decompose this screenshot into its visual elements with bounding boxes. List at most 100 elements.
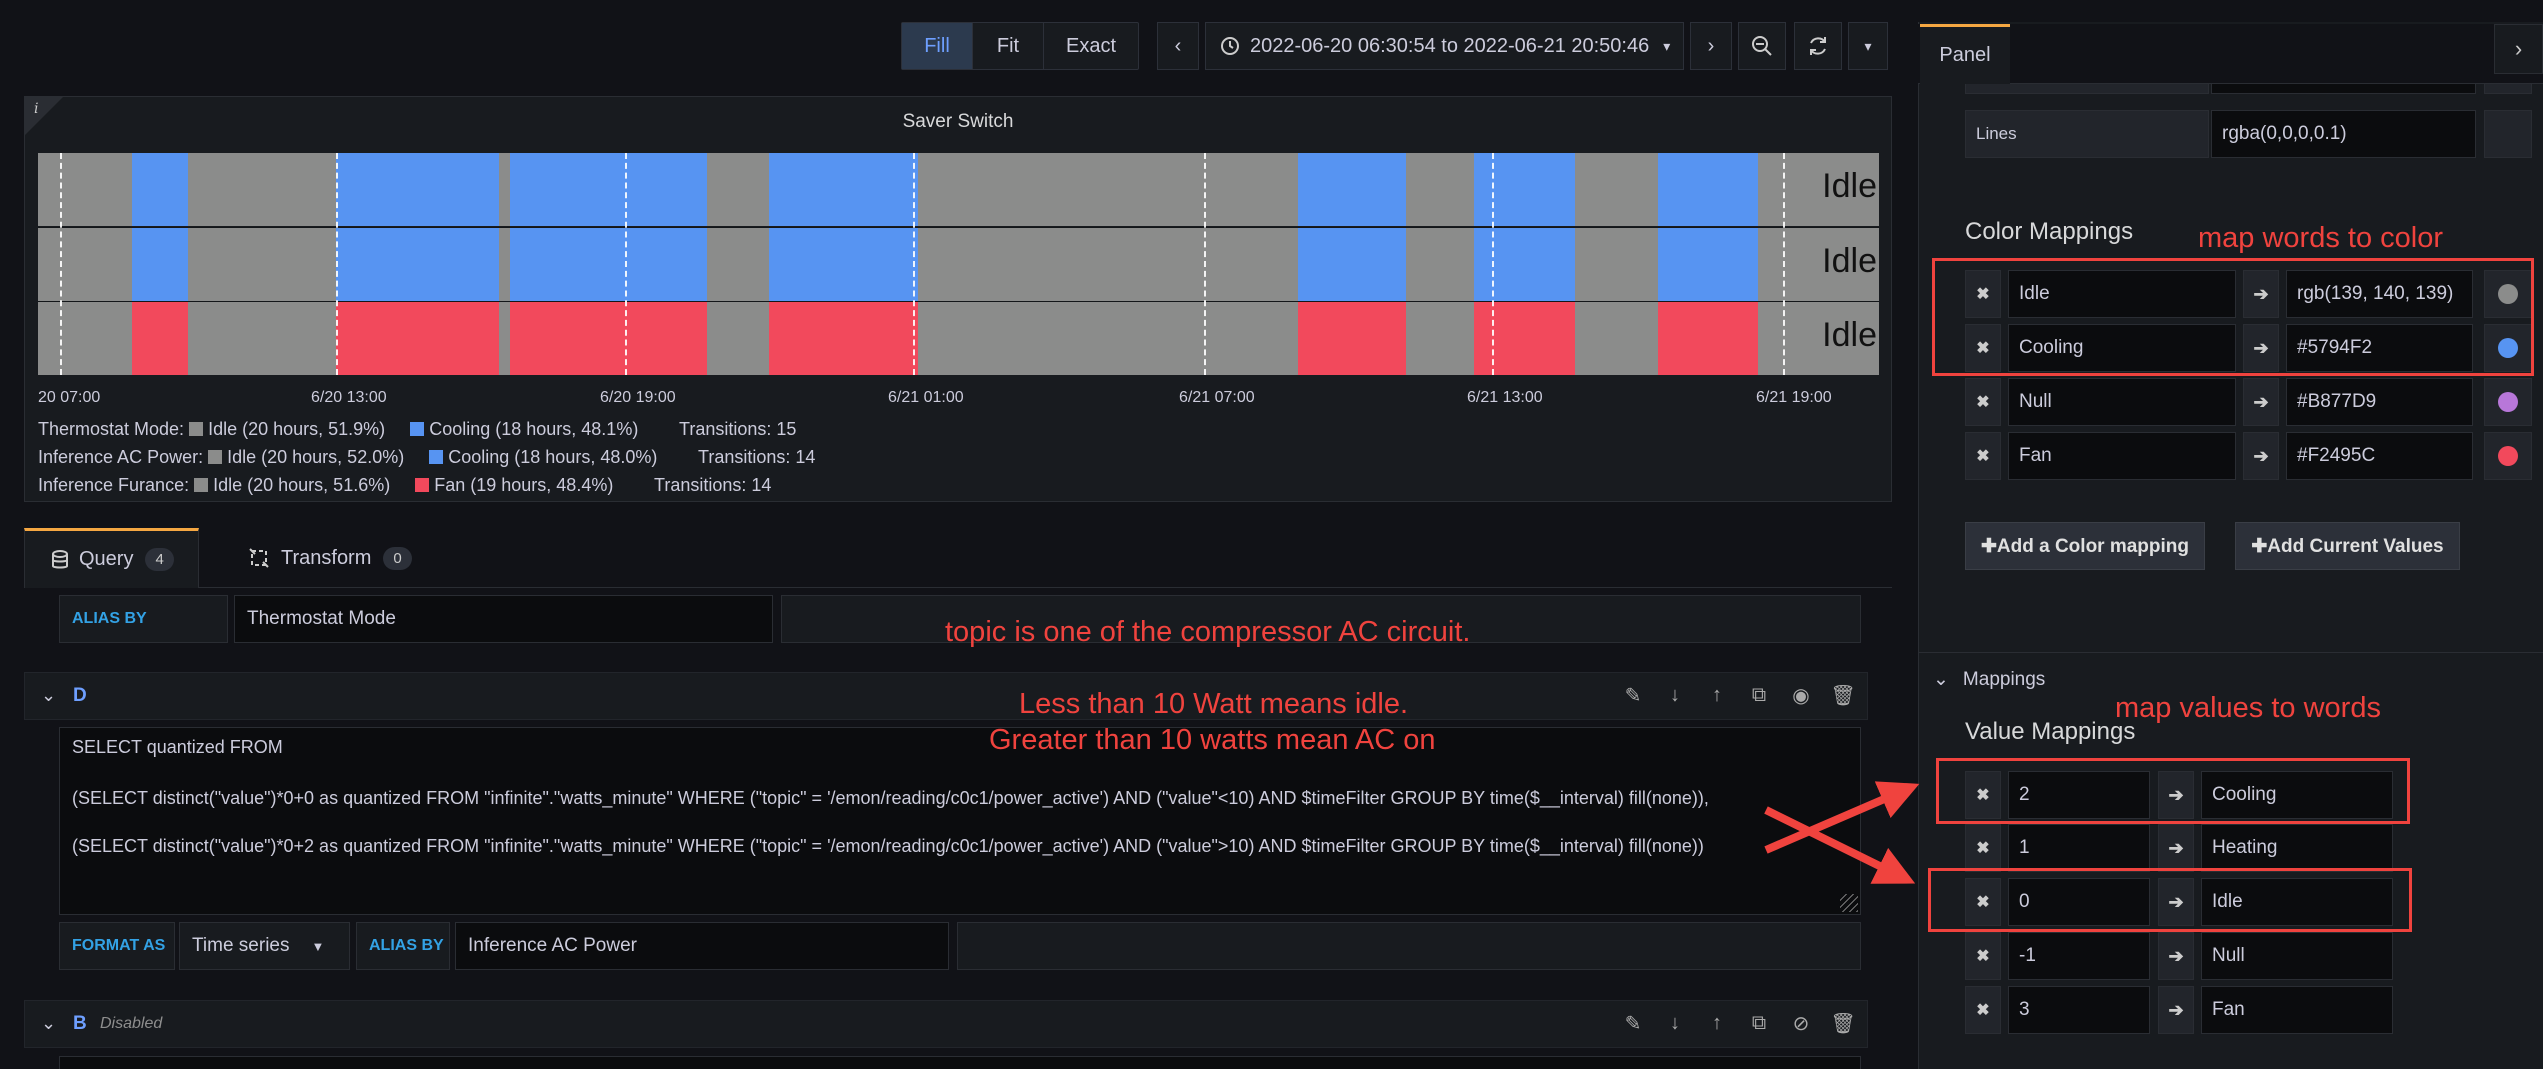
mapping-word-input[interactable]: Null xyxy=(2008,378,2236,426)
remove-mapping-icon[interactable]: ✖ xyxy=(1965,432,2001,480)
tab-query[interactable]: Query 4 xyxy=(24,528,199,588)
chevron-down-icon[interactable]: ⌄ xyxy=(41,685,56,706)
sql-line: SELECT quantized FROM xyxy=(72,737,283,757)
move-up-icon[interactable]: ↑ xyxy=(1705,1011,1729,1035)
mapping-value-input[interactable]: -1 xyxy=(2008,932,2150,980)
state-segment-fan xyxy=(769,302,918,375)
move-up-icon[interactable]: ↑ xyxy=(1705,683,1729,707)
time-picker[interactable]: 2022-06-20 06:30:54 to 2022-06-21 20:50:… xyxy=(1205,22,1684,70)
query-d-header[interactable]: ⌄ D ✎ ↓ ↑ ⧉ ◉ 🗑 xyxy=(24,672,1868,720)
mapping-color-swatch[interactable] xyxy=(2484,378,2532,426)
zoom-out-icon xyxy=(1752,36,1772,56)
duplicate-icon[interactable]: ⧉ xyxy=(1747,1011,1771,1035)
state-segment-cooling xyxy=(1658,153,1758,226)
format-as-select[interactable]: Time series ▼ xyxy=(179,922,350,970)
add-current-values-button[interactable]: ✚Add Current Values xyxy=(2235,522,2460,570)
state-row: Idle xyxy=(38,227,1879,301)
color-dot xyxy=(2498,392,2518,412)
mapping-color-swatch[interactable] xyxy=(2484,432,2532,480)
trash-icon[interactable]: 🗑 xyxy=(1830,683,1855,707)
state-segment-fan xyxy=(336,302,499,375)
add-color-mapping-button[interactable]: ✚Add a Color mapping xyxy=(1965,522,2205,570)
time-gridline xyxy=(1783,153,1785,375)
edit-icon[interactable]: ✎ xyxy=(1621,683,1645,707)
options-tabbar xyxy=(1918,24,2543,84)
transform-icon xyxy=(249,548,269,568)
sql-query-editor[interactable]: SELECT quantized FROM (SELECT distinct("… xyxy=(59,727,1861,915)
time-gridline xyxy=(336,153,338,375)
annotation-value-box-bottom xyxy=(1928,868,2412,932)
state-segment-idle xyxy=(499,153,510,226)
mapping-color-input[interactable]: #B877D9 xyxy=(2286,378,2473,426)
legend-swatch-cooling xyxy=(410,422,425,436)
legend-swatch-cooling xyxy=(429,450,444,464)
legend-swatch-fan xyxy=(415,478,430,492)
state-segment-idle xyxy=(918,227,1298,301)
alias-by-input[interactable]: Inference AC Power xyxy=(455,922,949,970)
resize-handle[interactable] xyxy=(1840,894,1858,912)
state-row-label: Idle xyxy=(1822,167,1877,205)
tab-transform[interactable]: Transform 0 xyxy=(249,528,439,588)
time-back-button[interactable]: ‹ xyxy=(1157,22,1199,70)
remove-mapping-icon[interactable]: ✖ xyxy=(1965,824,2001,872)
state-segment-fan xyxy=(132,302,188,375)
state-segment-cooling xyxy=(1474,153,1575,226)
mappings-section-header[interactable]: ⌄ Mappings xyxy=(1933,668,2045,691)
remove-mapping-icon[interactable]: ✖ xyxy=(1965,378,2001,426)
color-mappings-title: Color Mappings xyxy=(1965,218,2134,245)
query-actions: ✎ ↓ ↑ ⧉ ◉ 🗑 xyxy=(1621,683,1856,707)
time-gridline xyxy=(1204,153,1206,375)
state-row-label: Idle xyxy=(1822,316,1877,354)
query-b-editor-peek xyxy=(59,1056,1861,1069)
edit-icon[interactable]: ✎ xyxy=(1621,1011,1645,1035)
mapping-text-input[interactable]: Heating xyxy=(2201,824,2393,872)
refresh-button[interactable] xyxy=(1794,22,1842,70)
chevron-right-icon: › xyxy=(2514,36,2523,61)
chevron-down-icon: ▾ xyxy=(1663,37,1671,54)
query-disabled-status: Disabled xyxy=(100,1015,163,1032)
query-letter: B xyxy=(73,1013,87,1034)
alias-by-label: ALIAS BY xyxy=(356,922,450,970)
state-segment-idle xyxy=(38,302,132,375)
lines-color-swatch[interactable] xyxy=(2484,110,2532,158)
chevron-left-icon: ‹ xyxy=(1174,34,1182,57)
collapse-pane-button[interactable]: › xyxy=(2494,24,2543,74)
state-segment-fan xyxy=(1298,302,1406,375)
fit-button[interactable]: Fit xyxy=(973,23,1044,69)
tab-panel[interactable]: Panel xyxy=(1920,24,2010,84)
trash-icon[interactable]: 🗑 xyxy=(1830,1011,1855,1035)
mapping-word-input[interactable]: Fan xyxy=(2008,432,2236,480)
lines-color-input[interactable]: rgba(0,0,0,0.1) xyxy=(2211,110,2476,158)
annotation-color-box xyxy=(1932,258,2534,376)
mapping-text-input[interactable]: Fan xyxy=(2201,986,2393,1034)
remove-mapping-icon[interactable]: ✖ xyxy=(1965,986,2001,1034)
state-segment-cooling xyxy=(769,153,918,226)
mapping-value-input[interactable]: 3 xyxy=(2008,986,2150,1034)
state-row: Idle xyxy=(38,302,1879,375)
state-segment-cooling xyxy=(336,227,499,301)
query-letter: D xyxy=(73,685,87,706)
refresh-interval-dropdown[interactable]: ▾ xyxy=(1848,22,1888,70)
eye-off-icon[interactable]: ⊘ xyxy=(1789,1011,1813,1035)
move-down-icon[interactable]: ↓ xyxy=(1663,683,1687,707)
alias-by-input[interactable]: Thermostat Mode xyxy=(234,595,773,643)
arrow-right-icon: ➔ xyxy=(2243,432,2279,480)
state-segment-idle xyxy=(707,227,769,301)
mapping-value-input[interactable]: 1 xyxy=(2008,824,2150,872)
annotation-value-box-top xyxy=(1936,758,2410,824)
exact-button[interactable]: Exact xyxy=(1044,23,1138,69)
remove-mapping-icon[interactable]: ✖ xyxy=(1965,932,2001,980)
time-forward-button[interactable]: › xyxy=(1690,22,1732,70)
zoom-out-button[interactable] xyxy=(1738,22,1786,70)
query-b-header[interactable]: ⌄ B Disabled ✎ ↓ ↑ ⧉ ⊘ 🗑 xyxy=(24,1000,1868,1048)
duplicate-icon[interactable]: ⧉ xyxy=(1747,683,1771,707)
fill-button[interactable]: Fill xyxy=(902,23,973,69)
move-down-icon[interactable]: ↓ xyxy=(1663,1011,1687,1035)
mapping-text-input[interactable]: Null xyxy=(2201,932,2393,980)
mapping-color-input[interactable]: #F2495C xyxy=(2286,432,2473,480)
time-gridline xyxy=(60,153,62,375)
chevron-down-icon[interactable]: ⌄ xyxy=(41,1013,56,1034)
x-tick-label: 20 07:00 xyxy=(38,389,101,406)
eye-icon[interactable]: ◉ xyxy=(1789,683,1813,707)
state-segment-cooling xyxy=(510,227,707,301)
